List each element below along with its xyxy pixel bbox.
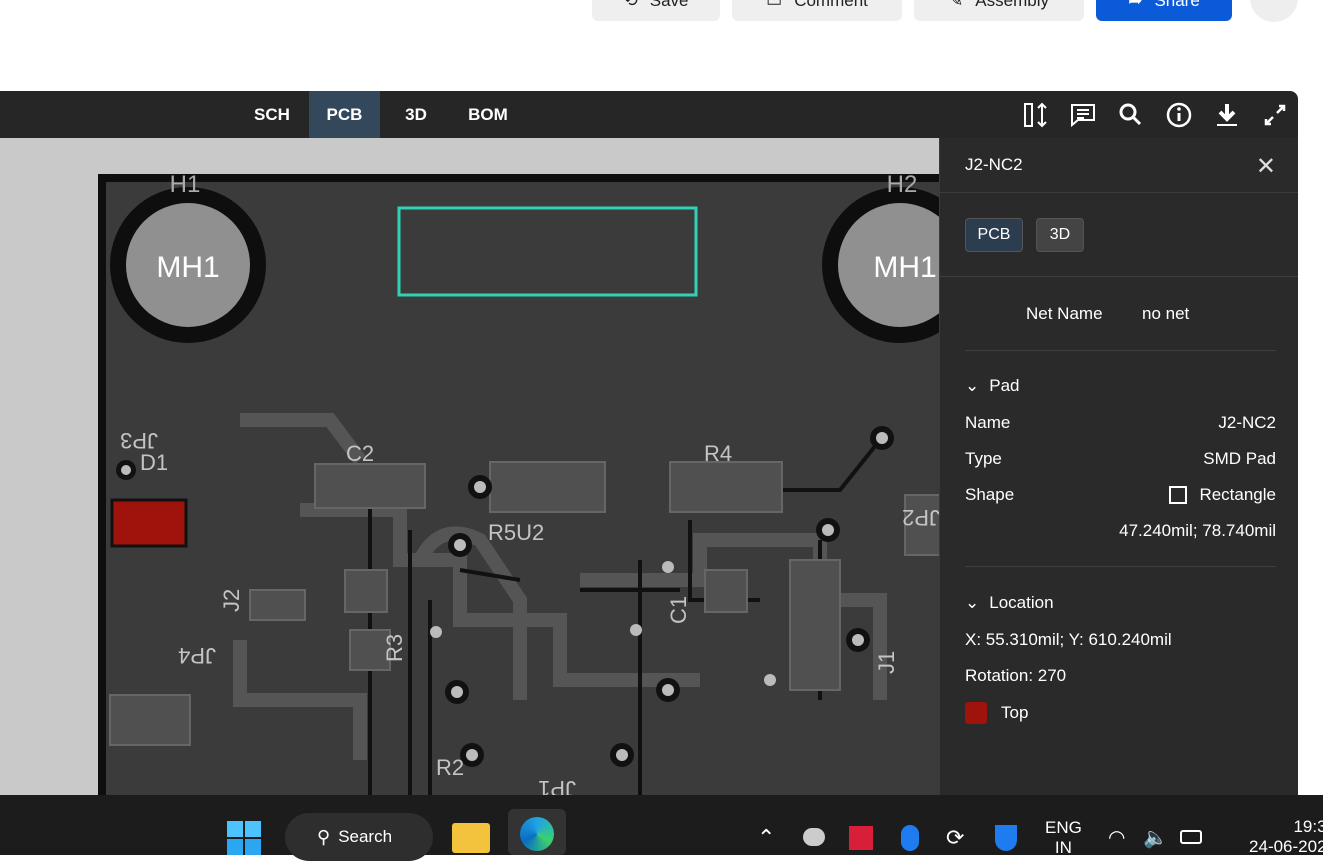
tab-sch[interactable]: SCH: [240, 91, 304, 138]
language-indicator[interactable]: ENG IN: [1045, 818, 1082, 858]
pcb-board[interactable]: MH1 MH1 H1 H2 JP3 D1 C2 R4 R5U2 JP2 J2 J…: [0, 138, 939, 795]
pad-name-row: Name J2-NC2: [965, 413, 1276, 432]
pad-type-row: Type SMD Pad: [965, 449, 1276, 468]
comment-icon: ▭: [766, 0, 783, 10]
pcb-label-jp2: JP2: [902, 505, 939, 530]
pcb-label-r5u2: R5U2: [488, 520, 544, 545]
bluetooth-icon[interactable]: [901, 825, 919, 851]
pcb-label-r3: R3: [382, 634, 407, 662]
save-button[interactable]: ⟲ Save: [592, 0, 720, 21]
search-icon[interactable]: [1117, 101, 1145, 129]
sync-icon[interactable]: ⟳: [946, 825, 964, 851]
measure-icon[interactable]: [1022, 101, 1050, 129]
tab-pcb[interactable]: PCB: [309, 91, 380, 138]
page-margin: [1298, 91, 1323, 795]
pcb-label-mh1: MH1: [156, 251, 219, 284]
selected-pad[interactable]: [110, 498, 188, 548]
pad-section-toggle[interactable]: ⌄ Pad: [965, 376, 1020, 396]
panel-title: J2-NC2: [965, 155, 1023, 174]
panel-view-pcb-button[interactable]: PCB: [965, 218, 1023, 252]
net-name-label: Net Name: [1026, 304, 1103, 323]
pcb-label-jp1: JP1: [538, 776, 576, 795]
defender-icon[interactable]: [995, 825, 1017, 851]
windows-start-icon[interactable]: [226, 820, 262, 856]
edge-taskbar-button[interactable]: [508, 809, 566, 855]
search-icon: ⚲: [317, 826, 331, 847]
pcb-label-d1: D1: [140, 450, 168, 475]
info-icon[interactable]: [1165, 101, 1193, 129]
chevron-down-icon: ⌄: [965, 376, 980, 395]
pcb-label-j2: J2: [219, 589, 244, 612]
panel-view-3d-button[interactable]: 3D: [1036, 218, 1084, 252]
clock[interactable]: 19:3624-06-2025: [1226, 817, 1323, 857]
divider: [965, 566, 1276, 567]
amd-icon[interactable]: [849, 826, 873, 850]
chevron-up-icon[interactable]: ⌃: [757, 825, 775, 851]
pad-size-row: 47.240mil; 78.740mil: [1119, 521, 1276, 540]
file-explorer-icon[interactable]: [452, 823, 490, 853]
location-section-toggle[interactable]: ⌄ Location: [965, 593, 1054, 613]
tab-3d[interactable]: 3D: [390, 91, 442, 138]
pcb-label-r2: R2: [436, 755, 464, 780]
pad-shape-row: Shape Rectangle: [965, 485, 1276, 504]
save-icon: ⟲: [623, 0, 638, 10]
onedrive-icon[interactable]: [803, 828, 825, 846]
comment-icon[interactable]: [1069, 101, 1097, 129]
viewer-toolbar: SCH PCB 3D BOM: [0, 91, 1298, 138]
edge-icon: [520, 817, 554, 851]
download-icon[interactable]: [1213, 101, 1241, 129]
properties-panel: J2-NC2 ✕ PCB 3D Net Name no net ⌄ Pad Nam…: [939, 138, 1298, 795]
assembly-button[interactable]: ✎ Assembly: [914, 0, 1084, 21]
net-name-value: no net: [1142, 304, 1190, 323]
chevron-down-icon: ⌄: [965, 593, 980, 612]
close-icon[interactable]: ✕: [1256, 152, 1276, 181]
location-coords: X: 55.310mil; Y: 610.240mil: [965, 630, 1172, 649]
pcb-label-mh1: MH1: [873, 251, 936, 284]
pcb-label-h1: H1: [170, 171, 201, 198]
taskbar-search[interactable]: ⚲ Search: [285, 813, 433, 861]
layer-color-swatch: [965, 702, 987, 724]
location-rotation: Rotation: 270: [965, 666, 1067, 685]
share-button[interactable]: ➦ Share: [1096, 0, 1232, 21]
pcb-label-c1: C1: [666, 596, 691, 624]
divider: [965, 350, 1276, 351]
tab-bom[interactable]: BOM: [455, 91, 521, 138]
battery-icon[interactable]: [1180, 830, 1202, 844]
pcb-label-h2: H2: [887, 171, 918, 198]
volume-icon[interactable]: 🔈: [1143, 825, 1168, 850]
divider: [940, 276, 1298, 277]
share-icon: ➦: [1128, 0, 1143, 10]
pcb-label-c2: C2: [346, 441, 374, 466]
fullscreen-icon[interactable]: [1261, 101, 1289, 129]
taskbar: ⚲Search ⌃ ⟳ ENGIN ◠ 🔈 19:3624-06-2025: [0, 795, 1323, 861]
assembly-icon: ✎: [949, 0, 964, 10]
pcb-label-jp4: JP4: [178, 643, 216, 668]
layer-row: Top: [965, 702, 1028, 724]
panel-header: J2-NC2: [940, 138, 1298, 193]
avatar[interactable]: [1250, 0, 1298, 22]
pcb-canvas[interactable]: MH1 MH1 H1 H2 JP3 D1 C2 R4 R5U2 JP2 J2 J…: [0, 138, 939, 795]
wifi-icon[interactable]: ◠: [1108, 825, 1125, 850]
pcb-label-r4: R4: [704, 441, 732, 466]
rectangle-icon: [1169, 486, 1188, 504]
pcb-label-j1: J1: [874, 651, 899, 674]
comment-button[interactable]: ▭ Comment: [732, 0, 902, 21]
